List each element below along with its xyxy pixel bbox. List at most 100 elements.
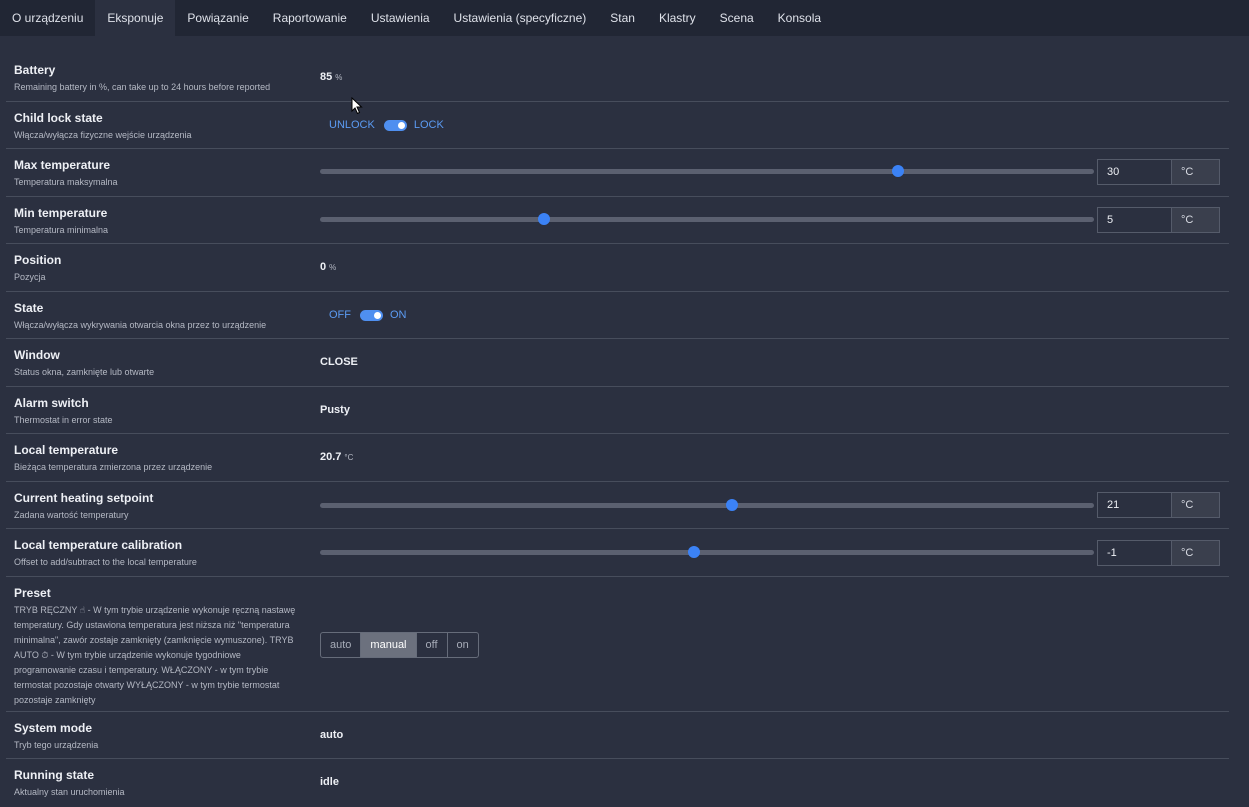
alarm-switch-title: Alarm switch (14, 396, 89, 410)
local-temperature-value: 20.7 °C (320, 451, 353, 463)
preset-desc: TRYB RĘCZNY ☝ - W tym trybie urządzenie … (14, 605, 296, 705)
alarm-switch-row: Alarm switch Thermostat in error state P… (6, 387, 1229, 434)
toggle-knob (374, 311, 381, 319)
heating-setpoint-row: Current heating setpoint Zadana wartość … (6, 482, 1229, 529)
tab-exposes[interactable]: Eksponuje (95, 0, 176, 36)
local-temperature-unit: °C (344, 453, 354, 462)
preset-option-off[interactable]: off (417, 633, 448, 657)
system-mode-desc: Tryb tego urządzenia (14, 740, 99, 750)
position-title: Position (14, 253, 62, 267)
tab-scene[interactable]: Scena (708, 0, 766, 36)
position-label: Position Pozycja (14, 253, 61, 285)
max-temperature-input[interactable]: 30 °C (1097, 159, 1220, 185)
window-desc: Status okna, zamknięte lub otwarte (14, 367, 155, 377)
system-mode-title: System mode (14, 721, 93, 735)
calibration-slider-thumb[interactable] (687, 546, 700, 558)
tab-state[interactable]: Stan (598, 0, 647, 36)
state-toggle[interactable] (360, 309, 383, 321)
min-temperature-title: Min temperature (14, 206, 108, 220)
running-state-value: idle (320, 776, 339, 788)
position-row: Position Pozycja 0% (6, 244, 1229, 292)
calibration-desc: Offset to add/subtract to the local temp… (14, 557, 197, 567)
state-control: OFF ON (329, 309, 407, 321)
min-temperature-label: Min temperature Temperatura minimalna (14, 206, 108, 238)
calibration-slider[interactable] (320, 546, 1094, 558)
preset-option-on[interactable]: on (448, 633, 478, 657)
min-temperature-slider[interactable] (320, 213, 1094, 225)
battery-title: Battery (14, 63, 56, 77)
preset-label: Preset TRYB RĘCZNY ☝ - W tym trybie urzą… (14, 586, 304, 708)
battery-unit: % (335, 73, 343, 82)
child-lock-control: UNLOCK LOCK (329, 119, 444, 131)
child-lock-row: Child lock state Włącza/wyłącza fizyczne… (6, 102, 1229, 149)
preset-option-manual[interactable]: manual (361, 633, 417, 657)
max-temperature-title: Max temperature (14, 158, 111, 172)
max-temperature-slider-thumb[interactable] (892, 165, 905, 177)
local-temperature-title: Local temperature (14, 443, 119, 457)
child-lock-label: Child lock state Włącza/wyłącza fizyczne… (14, 111, 192, 143)
tab-settings-specific[interactable]: Ustawienia (specyficzne) (442, 0, 599, 36)
state-desc: Włącza/wyłącza wykrywania otwarcia okna … (14, 320, 267, 330)
window-value: CLOSE (320, 356, 358, 368)
child-lock-toggle[interactable] (383, 119, 407, 131)
local-temperature-desc: Bieżąca temperatura zmierzona przez urzą… (14, 462, 213, 472)
window-row: Window Status okna, zamknięte lub otwart… (6, 339, 1229, 387)
alarm-switch-label: Alarm switch Thermostat in error state (14, 396, 113, 428)
running-state-label: Running state Aktualny stan uruchomienia (14, 768, 125, 800)
heating-setpoint-label: Current heating setpoint Zadana wartość … (14, 491, 153, 523)
calibration-label: Local temperature calibration Offset to … (14, 538, 197, 570)
min-temperature-input[interactable]: 5 °C (1097, 207, 1220, 233)
max-temperature-input-unit: °C (1172, 160, 1219, 184)
min-temperature-input-value[interactable]: 5 (1098, 208, 1172, 232)
heating-setpoint-input-value[interactable]: 21 (1098, 493, 1172, 517)
local-temperature-number: 20.7 (320, 451, 342, 463)
local-temperature-row: Local temperature Bieżąca temperatura zm… (6, 434, 1229, 482)
local-temperature-label: Local temperature Bieżąca temperatura zm… (14, 443, 212, 475)
state-off-label[interactable]: OFF (329, 309, 351, 321)
position-value: 0% (320, 261, 336, 273)
child-lock-off-label[interactable]: UNLOCK (329, 119, 375, 131)
tab-settings[interactable]: Ustawienia (359, 0, 442, 36)
position-number: 0 (320, 261, 327, 273)
calibration-input[interactable]: -1 °C (1097, 540, 1220, 566)
heating-setpoint-input-unit: °C (1172, 493, 1219, 517)
tab-clusters[interactable]: Klastry (647, 0, 708, 36)
position-desc: Pozycja (14, 272, 46, 282)
child-lock-on-label[interactable]: LOCK (414, 119, 444, 131)
calibration-title: Local temperature calibration (14, 538, 183, 552)
tab-console[interactable]: Konsola (766, 0, 833, 36)
heating-setpoint-slider[interactable] (320, 499, 1094, 511)
preset-row: Preset TRYB RĘCZNY ☝ - W tym trybie urzą… (6, 577, 1229, 712)
preset-selector: auto manual off on (320, 632, 479, 658)
battery-row: Battery Remaining battery in %, can take… (6, 54, 1229, 102)
max-temperature-input-value[interactable]: 30 (1098, 160, 1172, 184)
state-label: State Włącza/wyłącza wykrywania otwarcia… (14, 301, 266, 333)
alarm-switch-desc: Thermostat in error state (14, 415, 113, 425)
max-temperature-label: Max temperature Temperatura maksymalna (14, 158, 118, 190)
calibration-input-unit: °C (1172, 541, 1219, 565)
min-temperature-slider-thumb[interactable] (537, 213, 550, 225)
state-row: State Włącza/wyłącza wykrywania otwarcia… (6, 292, 1229, 339)
window-title: Window (14, 348, 60, 362)
heating-setpoint-input[interactable]: 21 °C (1097, 492, 1220, 518)
max-temperature-slider[interactable] (320, 165, 1094, 177)
exposes-list: Battery Remaining battery in %, can take… (6, 54, 1229, 807)
calibration-input-value[interactable]: -1 (1098, 541, 1172, 565)
preset-option-auto[interactable]: auto (321, 633, 362, 657)
heating-setpoint-slider-thumb[interactable] (725, 499, 738, 511)
min-temperature-input-unit: °C (1172, 208, 1219, 232)
battery-value: 85% (320, 71, 342, 83)
tab-about[interactable]: O urządzeniu (0, 0, 95, 36)
system-mode-row: System mode Tryb tego urządzenia auto (6, 712, 1229, 759)
state-on-label[interactable]: ON (390, 309, 407, 321)
min-temperature-row: Min temperature Temperatura minimalna 5 … (6, 197, 1229, 244)
tab-reporting[interactable]: Raportowanie (261, 0, 359, 36)
heating-setpoint-title: Current heating setpoint (14, 491, 154, 505)
heating-setpoint-desc: Zadana wartość temperatury (14, 510, 129, 520)
alarm-switch-value: Pusty (320, 404, 350, 416)
battery-label: Battery Remaining battery in %, can take… (14, 63, 270, 95)
mouse-cursor-icon (351, 97, 363, 115)
running-state-row: Running state Aktualny stan uruchomienia… (6, 759, 1229, 807)
tab-bind[interactable]: Powiązanie (175, 0, 260, 36)
min-temperature-desc: Temperatura minimalna (14, 225, 109, 235)
